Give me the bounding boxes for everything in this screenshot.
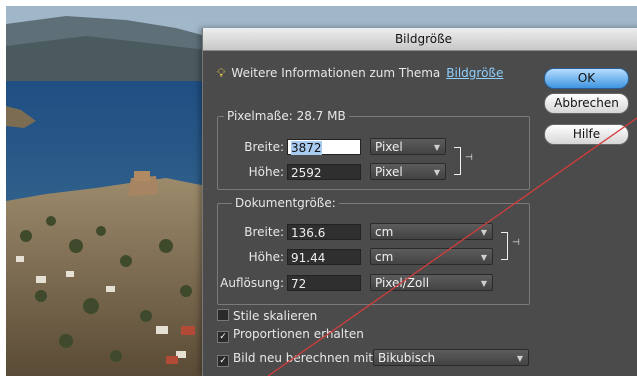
screenshot-frame: Bildgröße 💡︎ Weitere Informationen zum Th… bbox=[6, 6, 637, 376]
annotation-line bbox=[267, 117, 637, 376]
